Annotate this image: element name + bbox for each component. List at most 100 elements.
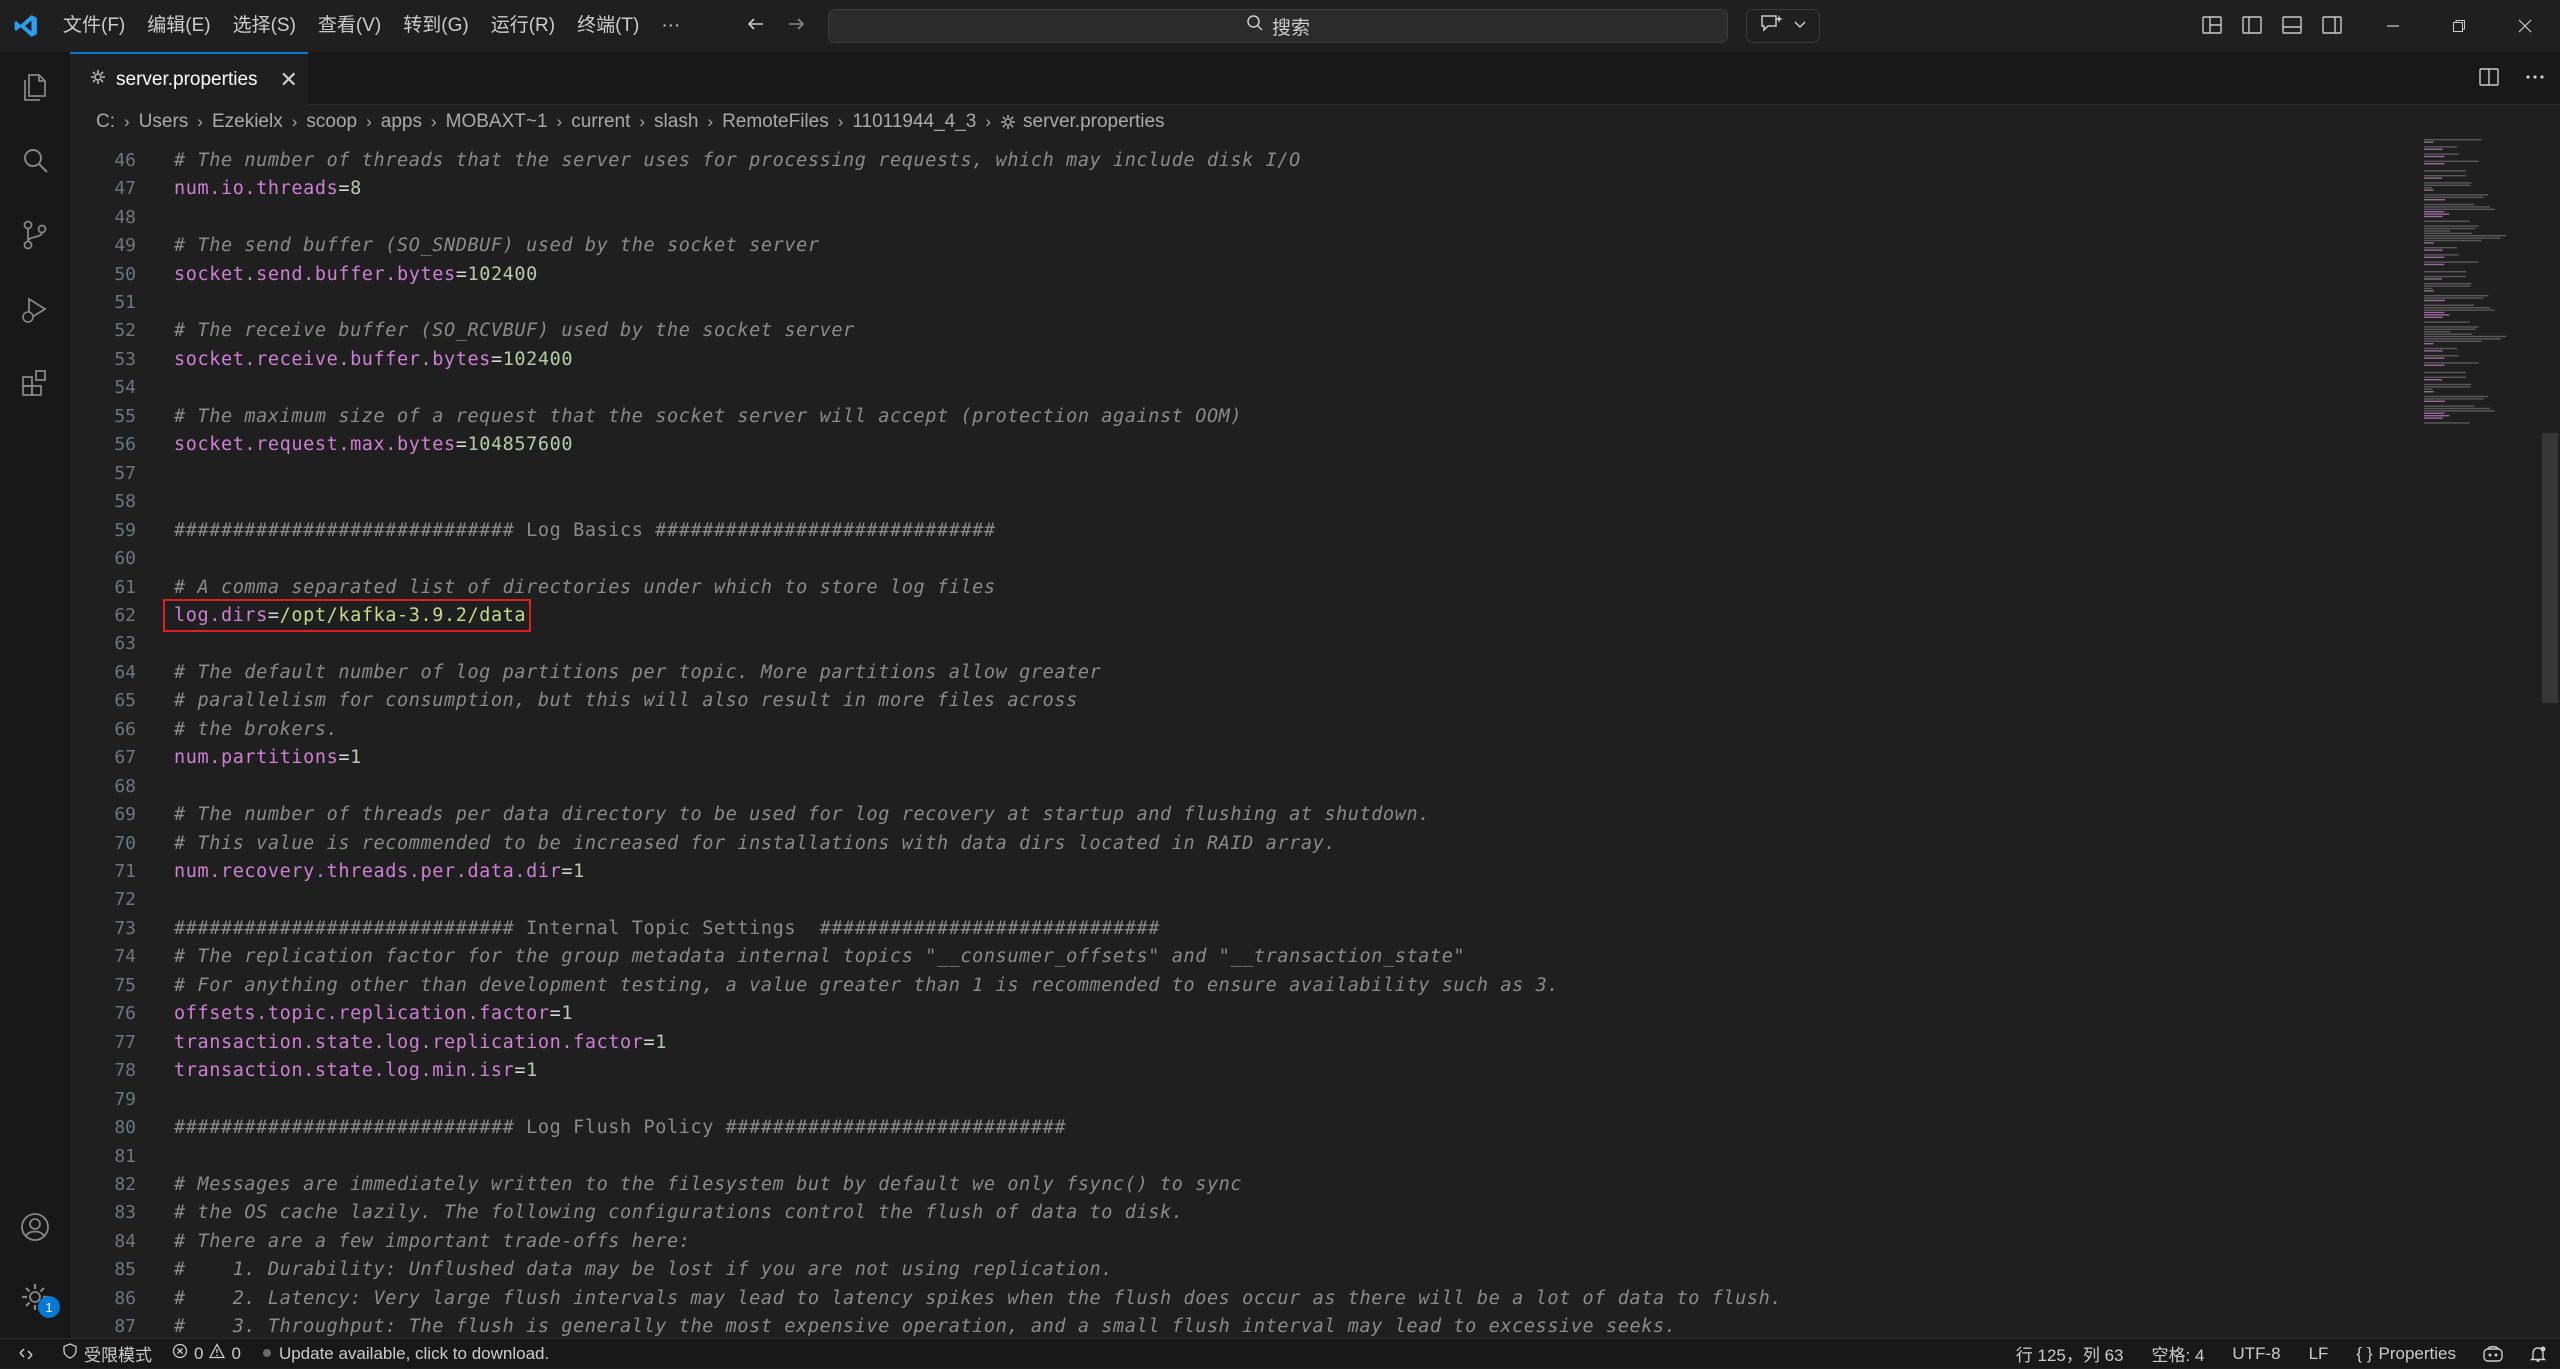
run-and-debug-icon[interactable] — [0, 274, 70, 344]
code-line[interactable]: 51 — [70, 288, 2420, 317]
code-line[interactable]: 71 num.recovery.threads.per.data.dir=1 — [70, 857, 2420, 886]
code-line[interactable]: 57 — [70, 459, 2420, 488]
close-window-icon[interactable] — [2492, 0, 2558, 52]
code-line[interactable]: 78 transaction.state.log.min.isr=1 — [70, 1056, 2420, 1085]
code-line[interactable]: 79 — [70, 1085, 2420, 1114]
encoding[interactable]: UTF-8 — [2218, 1344, 2294, 1364]
code-line[interactable]: 55 # The maximum size of a request that t… — [70, 402, 2420, 431]
more-actions-icon[interactable] — [2524, 66, 2546, 93]
code-line[interactable]: 59 ############################# Log Basi… — [70, 516, 2420, 545]
end-of-line[interactable]: LF — [2295, 1344, 2343, 1364]
back-arrow-icon[interactable] — [745, 13, 767, 40]
breadcrumb-current[interactable]: current — [571, 111, 630, 133]
code-line[interactable]: 63 — [70, 630, 2420, 659]
code-line[interactable]: 76 offsets.topic.replication.factor=1 — [70, 1000, 2420, 1029]
chevron-down-icon[interactable] — [1793, 17, 1807, 36]
code-line[interactable]: 53 socket.receive.buffer.bytes=102400 — [70, 345, 2420, 374]
toggle-panel-icon[interactable] — [2280, 13, 2304, 42]
menu-view[interactable]: 查看(V) — [307, 0, 392, 52]
breadcrumb-mobaxterm[interactable]: MOBAXT~1 — [446, 111, 548, 133]
minimap-line — [2424, 335, 2507, 338]
forward-arrow-icon[interactable] — [785, 13, 807, 40]
code-line[interactable]: 64 # The default number of log partitions… — [70, 658, 2420, 687]
code-line[interactable]: 52 # The receive buffer (SO_RCVBUF) used … — [70, 317, 2420, 346]
code-line[interactable]: 58 — [70, 487, 2420, 516]
code-line[interactable]: 60 — [70, 544, 2420, 573]
split-editor-icon[interactable] — [2478, 66, 2500, 93]
menu-go[interactable]: 转到(G) — [392, 0, 479, 52]
extensions-icon[interactable] — [0, 348, 70, 418]
code-line[interactable]: 67 num.partitions=1 — [70, 743, 2420, 772]
customize-layout-icon[interactable] — [2200, 13, 2224, 42]
minimap[interactable] — [2420, 139, 2540, 1338]
indentation[interactable]: 空格: 4 — [2138, 1341, 2219, 1366]
explorer-icon[interactable] — [0, 52, 70, 122]
manage-gear-icon[interactable] — [0, 1262, 70, 1332]
toggle-secondary-sidebar-icon[interactable] — [2320, 13, 2344, 42]
code-line[interactable]: 54 — [70, 374, 2420, 403]
code-line[interactable]: 75 # For anything other than development … — [70, 971, 2420, 1000]
scrollbar-thumb[interactable] — [2542, 433, 2558, 703]
code-line[interactable]: 47 num.io.threads=8 — [70, 174, 2420, 203]
code-line[interactable]: 69 # The number of threads per data direc… — [70, 800, 2420, 829]
code-line[interactable]: 84 # There are a few important trade-offs… — [70, 1227, 2420, 1256]
code-line[interactable]: 86 # 2. Latency: Very large flush interva… — [70, 1284, 2420, 1313]
breadcrumb-scoop[interactable]: scoop — [306, 111, 357, 133]
vertical-scrollbar[interactable] — [2540, 139, 2560, 1338]
minimize-icon[interactable] — [2360, 0, 2426, 52]
search-view-icon[interactable] — [0, 126, 70, 196]
code-line[interactable]: 56 socket.request.max.bytes=104857600 — [70, 431, 2420, 460]
code-line[interactable]: 80 ############################# Log Flus… — [70, 1113, 2420, 1142]
breadcrumb-users[interactable]: Users — [139, 111, 189, 133]
source-control-icon[interactable] — [0, 200, 70, 270]
code-line[interactable]: 61 # A comma separated list of directorie… — [70, 573, 2420, 602]
restricted-mode[interactable]: 受限模式 — [52, 1341, 162, 1366]
menu-selection[interactable]: 选择(S) — [222, 0, 307, 52]
code-line[interactable]: 83 # the OS cache lazily. The following c… — [70, 1199, 2420, 1228]
restore-icon[interactable] — [2426, 0, 2492, 52]
breadcrumb-apps[interactable]: apps — [381, 111, 422, 133]
copilot-button[interactable] — [1746, 9, 1820, 43]
notifications-bell-icon[interactable] — [2516, 1344, 2560, 1364]
code-line[interactable]: 70 # This value is recommended to be incr… — [70, 829, 2420, 858]
code-line[interactable]: 87 # 3. Throughput: The flush is generall… — [70, 1312, 2420, 1336]
code-line[interactable]: 50 socket.send.buffer.bytes=102400 — [70, 260, 2420, 289]
menu-more[interactable]: ··· — [650, 0, 691, 52]
breadcrumb-slash[interactable]: slash — [654, 111, 698, 133]
code-line[interactable]: 77 transaction.state.log.replication.fact… — [70, 1028, 2420, 1057]
code-line[interactable]: 73 ############################# Internal… — [70, 914, 2420, 943]
accounts-icon[interactable] — [0, 1192, 70, 1262]
cursor-position[interactable]: 行 125，列 63 — [2002, 1341, 2138, 1366]
breadcrumb-drive[interactable]: C: — [96, 111, 115, 133]
code-line[interactable]: 85 # 1. Durability: Unflushed data may be… — [70, 1256, 2420, 1285]
menu-edit[interactable]: 编辑(E) — [136, 0, 221, 52]
code-line[interactable]: 46 # The number of threads that the serve… — [70, 146, 2420, 175]
code-line[interactable]: 68 — [70, 772, 2420, 801]
remote-indicator-icon[interactable] — [0, 1339, 52, 1369]
command-center-search[interactable]: 搜索 — [828, 9, 1728, 43]
update-notification[interactable]: Update available, click to download. — [251, 1344, 559, 1364]
tab-server-properties[interactable]: server.properties ✕ — [70, 52, 308, 105]
menu-terminal[interactable]: 终端(T) — [566, 0, 650, 52]
close-tab-icon[interactable]: ✕ — [280, 67, 298, 93]
code-line[interactable]: 48 — [70, 203, 2420, 232]
code-line[interactable]: 65 # parallelism for consumption, but thi… — [70, 687, 2420, 716]
breadcrumb-session-folder[interactable]: 11011944_4_3 — [852, 111, 976, 133]
toggle-primary-sidebar-icon[interactable] — [2240, 13, 2264, 42]
breadcrumb-remotefiles[interactable]: RemoteFiles — [722, 111, 829, 133]
menu-file[interactable]: 文件(F) — [52, 0, 136, 52]
language-mode[interactable]: { } Properties — [2342, 1344, 2470, 1364]
title-bar: 文件(F) 编辑(E) 选择(S) 查看(V) 转到(G) 运行(R) 终端(T… — [0, 0, 2560, 52]
code-line[interactable]: 74 # The replication factor for the group… — [70, 943, 2420, 972]
problems-indicator[interactable]: 0 0 — [162, 1343, 251, 1364]
code-line[interactable]: 82 # Messages are immediately written to … — [70, 1170, 2420, 1199]
code-line[interactable]: 81 — [70, 1142, 2420, 1171]
copilot-status-icon[interactable] — [2470, 1344, 2516, 1364]
code-line[interactable]: 72 — [70, 886, 2420, 915]
breadcrumb-user[interactable]: Ezekielx — [212, 111, 283, 133]
code-line[interactable]: 66 # the brokers. — [70, 715, 2420, 744]
code-editor[interactable]: 46 # The number of threads that the serve… — [70, 146, 2420, 1336]
breadcrumb-file[interactable]: server.properties — [1023, 111, 1165, 133]
code-line[interactable]: 49 # The send buffer (SO_SNDBUF) used by … — [70, 231, 2420, 260]
menu-run[interactable]: 运行(R) — [480, 0, 566, 52]
